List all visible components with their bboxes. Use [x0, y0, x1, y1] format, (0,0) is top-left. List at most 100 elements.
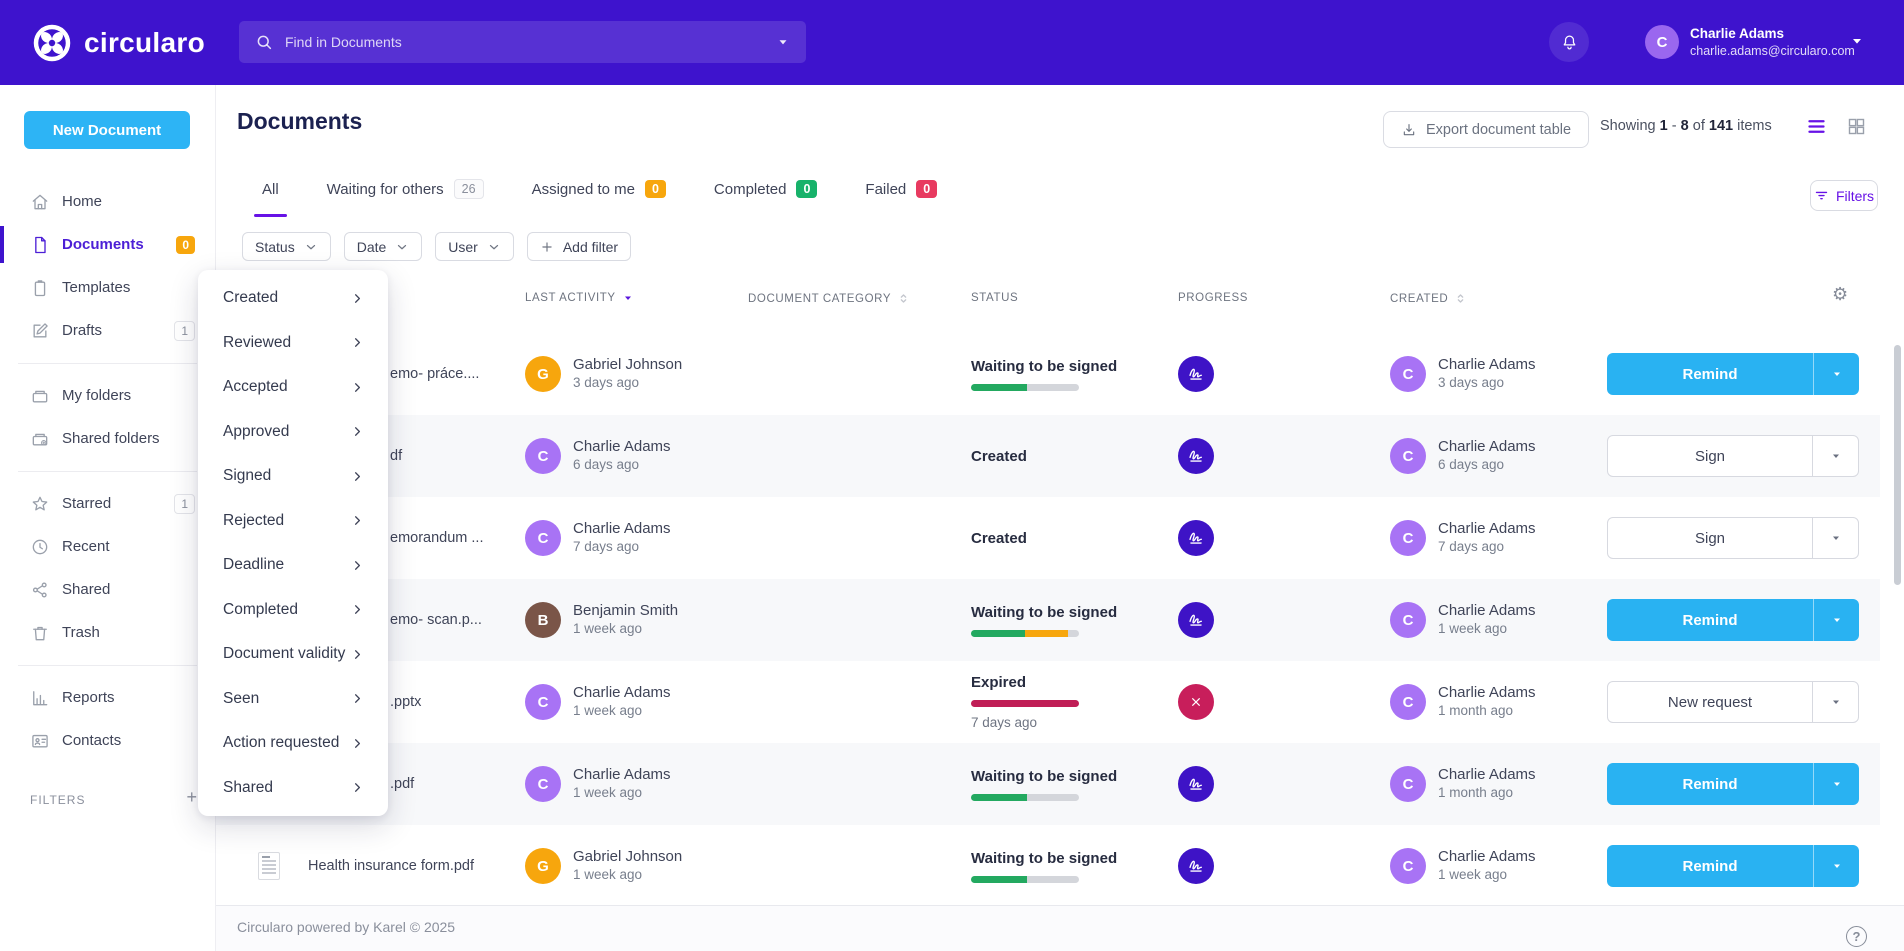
menu-item-label: Rejected — [223, 512, 284, 530]
tab-waiting-for-others[interactable]: Waiting for others26 — [327, 175, 484, 217]
signature-progress-icon[interactable] — [1178, 438, 1214, 474]
menu-item-created[interactable]: Created — [198, 276, 388, 321]
tab-assigned-to-me[interactable]: Assigned to me0 — [532, 175, 666, 217]
remind-button[interactable]: Remind — [1607, 763, 1859, 805]
export-document-table-button[interactable]: Export document table — [1383, 111, 1589, 148]
sign-button[interactable]: Sign — [1607, 435, 1859, 477]
menu-item-signed[interactable]: Signed — [198, 454, 388, 499]
filter-chip-user[interactable]: User — [435, 232, 514, 261]
document-name[interactable]: emo- práce.... — [390, 366, 479, 382]
column-last-activity[interactable]: LAST ACTIVITY — [525, 292, 634, 304]
remind-button[interactable]: Remind — [1607, 353, 1859, 395]
remind-button[interactable]: Remind — [1607, 845, 1859, 887]
search-input[interactable] — [285, 34, 764, 50]
signature-progress-icon[interactable] — [1178, 602, 1214, 638]
column-document-category[interactable]: DOCUMENT CATEGORY — [748, 292, 910, 305]
created-user-name: Charlie Adams — [1438, 848, 1536, 867]
chevron-right-icon — [350, 513, 365, 528]
table-settings-gear-icon[interactable]: ⚙ — [1832, 284, 1848, 305]
new-document-button[interactable]: New Document — [24, 111, 190, 149]
signature-progress-icon[interactable] — [1178, 848, 1214, 884]
signature-progress-icon[interactable] — [1178, 520, 1214, 556]
column-created[interactable]: CREATED — [1390, 292, 1467, 305]
menu-item-rejected[interactable]: Rejected — [198, 499, 388, 544]
action-dropdown-caret[interactable] — [1812, 682, 1858, 722]
document-name[interactable]: emo- scan.p... — [390, 612, 482, 628]
table-row[interactable]: emorandum ... C Charlie Adams 7 days ago… — [216, 497, 1880, 579]
search-scope-caret-icon[interactable] — [776, 35, 790, 49]
avatar: C — [525, 766, 561, 802]
tab-completed[interactable]: Completed0 — [714, 175, 818, 217]
sidebar-item-documents[interactable]: Documents0 — [0, 223, 215, 266]
sidebar-item-recent[interactable]: Recent — [0, 525, 215, 568]
table-row[interactable]: .pptx C Charlie Adams 1 week agoExpired7… — [216, 661, 1880, 743]
document-name[interactable]: emorandum ... — [390, 530, 484, 546]
failed-x-icon[interactable] — [1178, 684, 1214, 720]
sidebar-item-shared-folders[interactable]: Shared folders — [0, 417, 215, 460]
sidebar-item-reports[interactable]: Reports — [0, 676, 215, 719]
avatar: G — [525, 356, 561, 392]
action-dropdown-caret[interactable] — [1813, 763, 1859, 805]
sidebar-item-drafts[interactable]: Drafts1 — [0, 309, 215, 352]
folder-icon — [30, 386, 50, 406]
table-row[interactable]: df C Charlie Adams 6 days agoCreated C C… — [216, 415, 1880, 497]
brand[interactable]: circularo — [33, 0, 205, 85]
sidebar-item-templates[interactable]: Templates — [0, 266, 215, 309]
action-dropdown-caret[interactable] — [1813, 599, 1859, 641]
table-row[interactable]: emo- scan.p... B Benjamin Smith 1 week a… — [216, 579, 1880, 661]
sidebar-item-trash[interactable]: Trash — [0, 611, 215, 654]
tab-failed[interactable]: Failed0 — [865, 175, 937, 217]
tab-count-badge: 0 — [645, 180, 666, 198]
help-button[interactable]: ? — [1846, 926, 1867, 947]
menu-item-seen[interactable]: Seen — [198, 677, 388, 722]
sidebar-item-starred[interactable]: Starred1 — [0, 482, 215, 525]
sidebar-item-my-folders[interactable]: My folders — [0, 374, 215, 417]
menu-item-completed[interactable]: Completed — [198, 588, 388, 633]
sidebar-divider — [0, 654, 215, 676]
new-request-button[interactable]: New request — [1607, 681, 1859, 723]
menu-item-deadline[interactable]: Deadline — [198, 543, 388, 588]
action-dropdown-caret[interactable] — [1813, 845, 1859, 887]
menu-item-reviewed[interactable]: Reviewed — [198, 321, 388, 366]
grid-view-toggle[interactable] — [1846, 116, 1867, 137]
table-row[interactable]: .pdf C Charlie Adams 1 week agoWaiting t… — [216, 743, 1880, 825]
document-name[interactable]: .pptx — [390, 694, 421, 710]
signature-progress-icon[interactable] — [1178, 766, 1214, 802]
notifications-button[interactable] — [1549, 22, 1589, 62]
remind-button[interactable]: Remind — [1607, 599, 1859, 641]
sidebar-item-shared[interactable]: Shared — [0, 568, 215, 611]
list-view-toggle[interactable] — [1806, 116, 1827, 137]
user-menu[interactable]: C Charlie Adams charlie.adams@circularo.… — [1645, 25, 1855, 59]
filter-chip-date[interactable]: Date — [344, 232, 423, 261]
sign-button[interactable]: Sign — [1607, 517, 1859, 559]
document-name[interactable]: Health insurance form.pdf — [308, 858, 474, 874]
filter-chip-status[interactable]: Status — [242, 232, 331, 261]
table-row[interactable]: emo- práce.... G Gabriel Johnson 3 days … — [216, 333, 1880, 415]
table-row[interactable]: Health insurance form.pdf G Gabriel John… — [216, 825, 1880, 907]
menu-item-accepted[interactable]: Accepted — [198, 365, 388, 410]
menu-item-approved[interactable]: Approved — [198, 410, 388, 455]
menu-item-action-requested[interactable]: Action requested — [198, 721, 388, 766]
signature-progress-icon[interactable] — [1178, 356, 1214, 392]
chevron-right-icon — [350, 558, 365, 573]
document-name[interactable]: .pdf — [390, 776, 414, 792]
global-search[interactable] — [239, 21, 806, 63]
column-status[interactable]: STATUS — [971, 292, 1018, 304]
action-dropdown-caret[interactable] — [1813, 353, 1859, 395]
column-progress[interactable]: PROGRESS — [1178, 292, 1248, 304]
menu-item-shared[interactable]: Shared — [198, 766, 388, 811]
tab-all[interactable]: All — [262, 175, 279, 217]
filters-button[interactable]: Filters — [1810, 180, 1878, 211]
action-dropdown-caret[interactable] — [1812, 436, 1858, 476]
brand-name: circularo — [84, 27, 205, 59]
user-menu-caret-icon[interactable] — [1849, 33, 1865, 49]
vertical-scrollbar[interactable] — [1894, 345, 1901, 585]
menu-item-document-validity[interactable]: Document validity — [198, 632, 388, 677]
add-filter-chip[interactable]: Add filter — [527, 232, 631, 261]
action-cell: Remind — [1607, 743, 1859, 825]
add-sidebar-filter-button[interactable]: + — [186, 787, 197, 808]
action-dropdown-caret[interactable] — [1812, 518, 1858, 558]
document-name[interactable]: df — [390, 448, 402, 464]
sidebar-item-contacts[interactable]: Contacts — [0, 719, 215, 762]
sidebar-item-home[interactable]: Home — [0, 180, 215, 223]
